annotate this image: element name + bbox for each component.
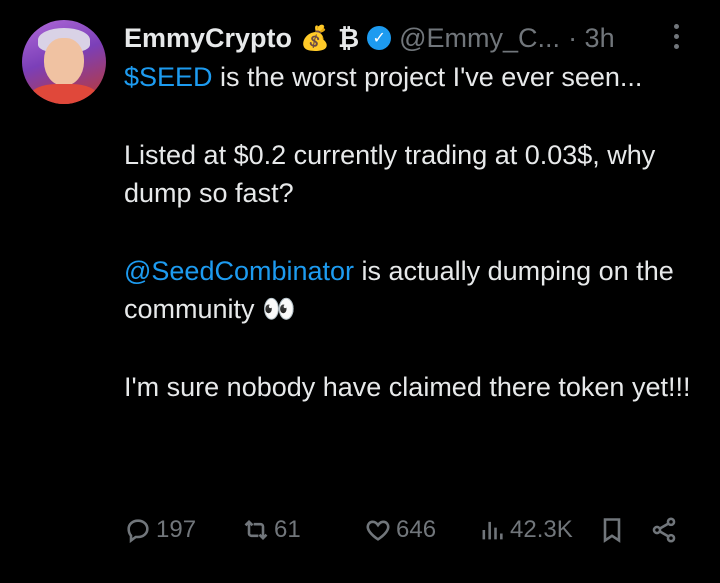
share-button[interactable] bbox=[650, 510, 678, 550]
paragraph-4: I'm sure nobody have claimed there token… bbox=[124, 372, 691, 402]
tweet-body: $SEED is the worst project I've ever see… bbox=[124, 58, 704, 446]
paragraph-1: $SEED is the worst project I've ever see… bbox=[124, 58, 704, 96]
like-button[interactable]: 646 bbox=[364, 510, 436, 550]
verified-icon: ✓ bbox=[367, 26, 392, 50]
paragraph-1-text: is the worst project I've ever seen... bbox=[212, 62, 643, 92]
bookmark-icon bbox=[603, 518, 621, 543]
repost-icon bbox=[244, 520, 268, 540]
avatar[interactable] bbox=[22, 20, 106, 104]
more-icon[interactable] bbox=[670, 24, 682, 49]
reply-button[interactable]: 197 bbox=[124, 510, 196, 550]
views-button[interactable]: 42.3K bbox=[478, 510, 573, 550]
money-bag-icon: 💰 bbox=[300, 24, 330, 52]
like-count: 646 bbox=[396, 516, 437, 543]
views-icon bbox=[482, 521, 503, 540]
paragraph-2: Listed at $0.2 currently trading at 0.03… bbox=[124, 140, 656, 208]
views-count: 42.3K bbox=[510, 516, 573, 543]
like-icon bbox=[366, 520, 390, 541]
author-name[interactable]: EmmyCrypto bbox=[124, 23, 292, 54]
reply-icon bbox=[127, 519, 149, 544]
action-bar: 197 61 646 42.3K bbox=[124, 510, 684, 550]
bitcoin-icon: ₿ bbox=[337, 22, 360, 53]
share-icon bbox=[652, 517, 676, 543]
eyes-emoji: 👀 bbox=[262, 294, 296, 324]
repost-count: 61 bbox=[274, 516, 301, 543]
mention-link[interactable]: @SeedCombinator bbox=[124, 256, 354, 286]
repost-button[interactable]: 61 bbox=[242, 510, 301, 550]
author-handle[interactable]: @Emmy_C... bbox=[399, 23, 560, 54]
tweet-time[interactable]: · 3h bbox=[568, 23, 615, 54]
avatar-shirt bbox=[30, 84, 98, 104]
bookmark-button[interactable] bbox=[598, 510, 626, 550]
reply-count: 197 bbox=[156, 516, 197, 543]
avatar-face bbox=[44, 38, 84, 86]
cashtag-link[interactable]: $SEED bbox=[124, 62, 213, 92]
paragraph-3: @SeedCombinator is actually dumping on t… bbox=[124, 252, 704, 328]
tweet-header: EmmyCrypto 💰 ₿ ✓ @Emmy_C... · 3h bbox=[124, 18, 615, 58]
